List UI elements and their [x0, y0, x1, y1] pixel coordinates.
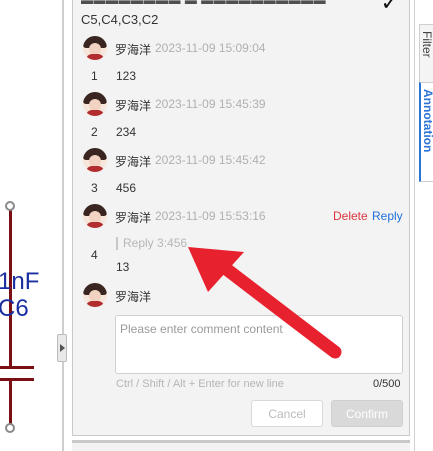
comment-time: 2023-11-09 15:09:04: [155, 41, 266, 55]
comment-author: 罗海洋: [115, 99, 152, 113]
chevron-right-icon: [60, 344, 65, 352]
capacitor-plate-top: [0, 366, 34, 369]
comment-time: 2023-11-09 15:45:42: [155, 153, 266, 167]
tab-filter-label: Filter: [420, 31, 433, 58]
avatar: [83, 204, 107, 228]
tab-filter[interactable]: Filter: [419, 24, 433, 84]
capacitor-designator-label: C6: [0, 295, 29, 322]
tab-annotation-label: Annotation: [421, 89, 433, 153]
avatar: [83, 36, 107, 60]
side-tab-bar: Filter Annotation: [414, 0, 433, 451]
delete-comment-link[interactable]: Delete: [333, 209, 368, 223]
comment-author: 罗海洋: [115, 155, 152, 169]
checkmark-icon: ✓: [380, 0, 399, 15]
comment-index: 3: [91, 181, 98, 195]
panel-title: ▬▬▬▬▬▬▬▬ ▬ ▬▬▬▬▬▬▬▬▬▬: [81, 0, 327, 7]
comment-input[interactable]: [115, 315, 403, 374]
panel-splitter[interactable]: [62, 0, 64, 451]
avatar: [83, 148, 107, 172]
comment-index: 4: [91, 248, 98, 262]
comment-time: 2023-11-09 15:53:16: [155, 209, 266, 223]
cancel-button[interactable]: Cancel: [251, 400, 323, 427]
comment-text: 234: [116, 125, 137, 139]
avatar: [83, 92, 107, 116]
capacitor-plate-bottom: [0, 378, 34, 381]
collapse-panel-button[interactable]: [57, 334, 67, 362]
comment-designators: C5,C4,C3,C2: [81, 12, 159, 27]
schematic-canvas[interactable]: 1nF C6: [0, 0, 62, 451]
reply-comment-link[interactable]: Reply: [372, 209, 403, 223]
char-counter: 0/500: [373, 378, 401, 390]
confirm-button[interactable]: Confirm: [331, 400, 403, 427]
capacitor-pin-bottom: [5, 423, 15, 433]
comment-author: 罗海洋: [115, 211, 152, 225]
capacitor-pin-top: [5, 201, 15, 211]
newline-hint: Ctrl / Shift / Alt + Enter for new line: [116, 378, 284, 390]
comments-panel: ▬▬▬▬▬▬▬▬ ▬ ▬▬▬▬▬▬▬▬▬▬ ✓ C5,C4,C3,C2 罗海洋 …: [72, 0, 410, 436]
comment-text: 123: [116, 69, 137, 83]
reply-quote: Reply 3:456: [116, 237, 187, 250]
comment-time: 2023-11-09 15:45:39: [155, 97, 266, 111]
panel-footer-strip: [72, 440, 410, 451]
comment-text: 13: [116, 260, 130, 274]
composer-author: 罗海洋: [115, 290, 152, 304]
comment-author: 罗海洋: [115, 43, 152, 57]
tab-annotation[interactable]: Annotation: [419, 82, 433, 182]
comment-text: 456: [116, 181, 137, 195]
comment-index: 2: [91, 125, 98, 139]
avatar: [83, 283, 107, 307]
capacitor-value-label: 1nF: [0, 268, 40, 295]
capacitor-wire-bottom: [9, 381, 12, 427]
comment-index: 1: [91, 69, 98, 83]
